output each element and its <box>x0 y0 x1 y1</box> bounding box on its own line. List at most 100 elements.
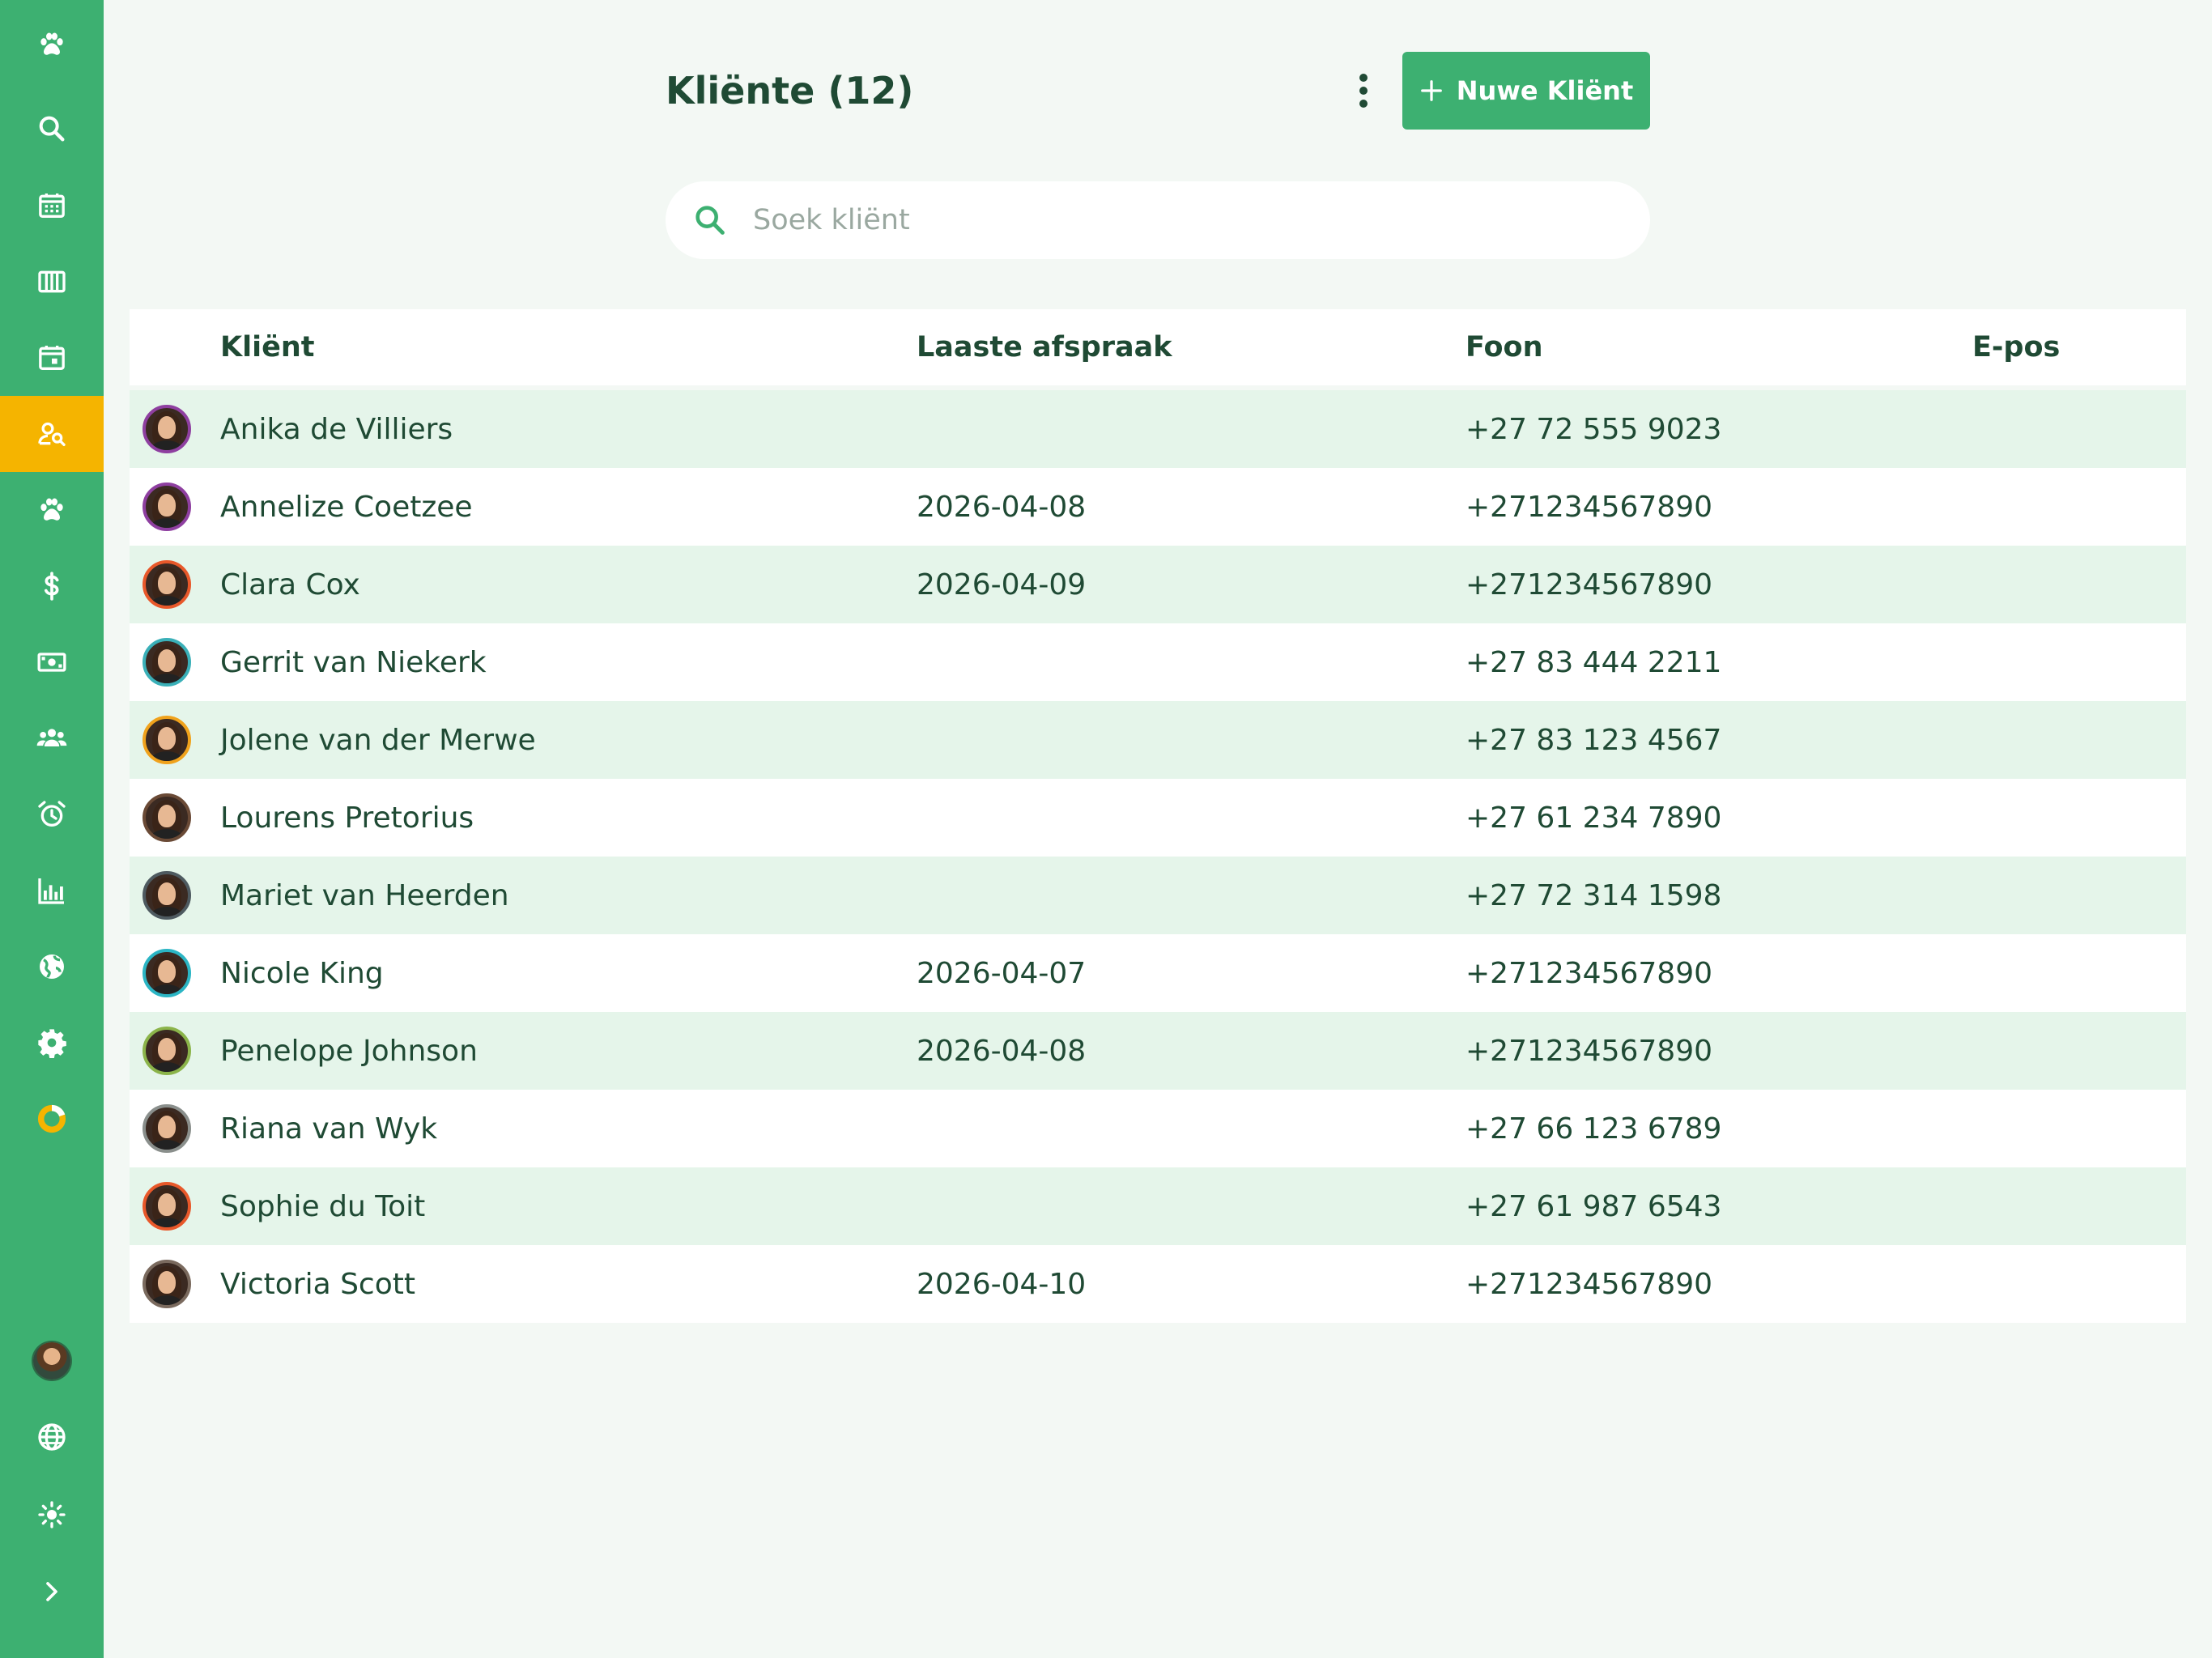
client-name: Lourens Pretorius <box>220 801 474 835</box>
search-input[interactable] <box>751 187 1564 253</box>
client-phone: +271234567890 <box>1465 1267 1713 1301</box>
dollar-icon <box>45 572 59 601</box>
nav-pets[interactable] <box>0 472 104 548</box>
nav-board[interactable] <box>0 244 104 320</box>
client-name: Penelope Johnson <box>220 1034 478 1068</box>
nav-search[interactable] <box>0 91 104 167</box>
client-avatar <box>143 1182 191 1231</box>
nav-progress[interactable] <box>0 1081 104 1157</box>
chevron-right-icon <box>46 1582 57 1601</box>
client-name: Clara Cox <box>220 568 360 602</box>
nav-paw-logo[interactable] <box>0 6 104 83</box>
page-title: Kliënte (12) <box>666 69 914 113</box>
nav-theme[interactable] <box>0 1477 104 1553</box>
nav-language[interactable] <box>0 1399 104 1475</box>
client-name: Annelize Coetzee <box>220 490 473 524</box>
column-header-phone[interactable]: Foon <box>1465 331 1543 363</box>
bar-chart-icon <box>38 878 64 904</box>
search-icon <box>696 206 725 235</box>
alarm-icon <box>38 801 66 827</box>
client-avatar <box>143 949 191 997</box>
last-appointment: 2026-04-07 <box>917 956 1087 990</box>
calendar-grid-icon <box>39 193 65 218</box>
table-row[interactable]: Annelize Coetzee 2026-04-08 +271234567890 <box>130 468 2186 546</box>
column-header-client[interactable]: Kliënt <box>220 331 315 363</box>
table-row[interactable]: Nicole King 2026-04-07 +271234567890 <box>130 934 2186 1012</box>
client-name: Mariet van Heerden <box>220 878 509 912</box>
last-appointment: 2026-04-10 <box>917 1267 1087 1301</box>
nav-reminders[interactable] <box>0 776 104 852</box>
table-row[interactable]: Riana van Wyk +27 66 123 6789 <box>130 1090 2186 1167</box>
client-avatar <box>143 1104 191 1153</box>
new-client-label: Nuwe Kliënt <box>1456 75 1634 106</box>
nav-profile[interactable] <box>0 1323 104 1399</box>
client-avatar <box>143 1260 191 1308</box>
nav-staff[interactable] <box>0 700 104 776</box>
client-phone: +27 66 123 6789 <box>1465 1112 1722 1146</box>
vertical-dots-icon <box>1359 74 1368 108</box>
table-row[interactable]: Gerrit van Niekerk +27 83 444 2211 <box>130 623 2186 701</box>
nav-clients[interactable] <box>0 396 104 472</box>
client-name: Sophie du Toit <box>220 1189 426 1223</box>
search-bar[interactable] <box>666 181 1650 259</box>
client-avatar <box>143 871 191 920</box>
column-header-email[interactable]: E-pos <box>1972 331 2060 363</box>
client-phone: +27 72 314 1598 <box>1465 878 1722 912</box>
nav-day[interactable] <box>0 320 104 396</box>
client-phone: +271234567890 <box>1465 490 1713 524</box>
sun-icon <box>38 1501 66 1528</box>
client-avatar <box>143 560 191 609</box>
table-row[interactable]: Anika de Villiers +27 72 555 9023 <box>130 390 2186 468</box>
nav-expand[interactable] <box>0 1554 104 1630</box>
nav-settings[interactable] <box>0 1005 104 1081</box>
globe-icon <box>38 1423 66 1451</box>
client-avatar <box>143 483 191 531</box>
table-row[interactable]: Victoria Scott 2026-04-10 +271234567890 <box>130 1245 2186 1323</box>
table-body: Anika de Villiers +27 72 555 9023 Annelize… <box>130 390 2186 1323</box>
gear-icon <box>38 1029 66 1058</box>
more-options-button[interactable] <box>1344 66 1383 115</box>
group-icon <box>36 729 67 746</box>
nav-calendar[interactable] <box>0 168 104 244</box>
column-header-last-appointment[interactable]: Laaste afspraak <box>917 331 1172 363</box>
client-avatar <box>143 638 191 687</box>
user-avatar <box>33 1342 70 1380</box>
nav-web[interactable] <box>0 929 104 1005</box>
client-name: Anika de Villiers <box>220 412 453 446</box>
paw-icon <box>40 32 63 55</box>
client-phone: +271234567890 <box>1465 1034 1713 1068</box>
client-avatar <box>143 716 191 764</box>
table-row[interactable]: Penelope Johnson 2026-04-08 +271234567890 <box>130 1012 2186 1090</box>
client-name: Gerrit van Niekerk <box>220 645 487 679</box>
client-phone: +27 72 555 9023 <box>1465 412 1722 446</box>
client-phone: +27 61 987 6543 <box>1465 1189 1722 1223</box>
new-client-button[interactable]: Nuwe Kliënt <box>1402 52 1650 130</box>
paw-icon <box>40 498 63 521</box>
table-row[interactable]: Mariet van Heerden +27 72 314 1598 <box>130 857 2186 934</box>
nav-reports[interactable] <box>0 852 104 929</box>
client-phone: +271234567890 <box>1465 568 1713 602</box>
client-search-icon <box>38 422 66 446</box>
sidebar <box>0 0 104 1658</box>
nav-payments[interactable] <box>0 624 104 700</box>
client-name: Riana van Wyk <box>220 1112 438 1146</box>
client-phone: +27 83 123 4567 <box>1465 723 1722 757</box>
clients-table: Kliënt Laaste afspraak Foon E-pos Anika … <box>130 309 2186 1323</box>
table-row[interactable]: Sophie du Toit +27 61 987 6543 <box>130 1167 2186 1245</box>
progress-ring-icon <box>37 1104 66 1133</box>
client-phone: +27 61 234 7890 <box>1465 801 1722 835</box>
last-appointment: 2026-04-09 <box>917 568 1087 602</box>
plus-icon <box>1420 80 1442 101</box>
client-name: Nicole King <box>220 956 384 990</box>
client-phone: +27 83 444 2211 <box>1465 645 1722 679</box>
table-header: Kliënt Laaste afspraak Foon E-pos <box>130 309 2186 385</box>
client-avatar <box>143 1027 191 1075</box>
nav-pricing[interactable] <box>0 548 104 624</box>
table-row[interactable]: Lourens Pretorius +27 61 234 7890 <box>130 779 2186 857</box>
cash-icon <box>37 653 66 672</box>
search-icon <box>39 116 65 142</box>
table-row[interactable]: Jolene van der Merwe +27 83 123 4567 <box>130 701 2186 779</box>
table-row[interactable]: Clara Cox 2026-04-09 +271234567890 <box>130 546 2186 623</box>
last-appointment: 2026-04-08 <box>917 490 1087 524</box>
client-name: Victoria Scott <box>220 1267 415 1301</box>
